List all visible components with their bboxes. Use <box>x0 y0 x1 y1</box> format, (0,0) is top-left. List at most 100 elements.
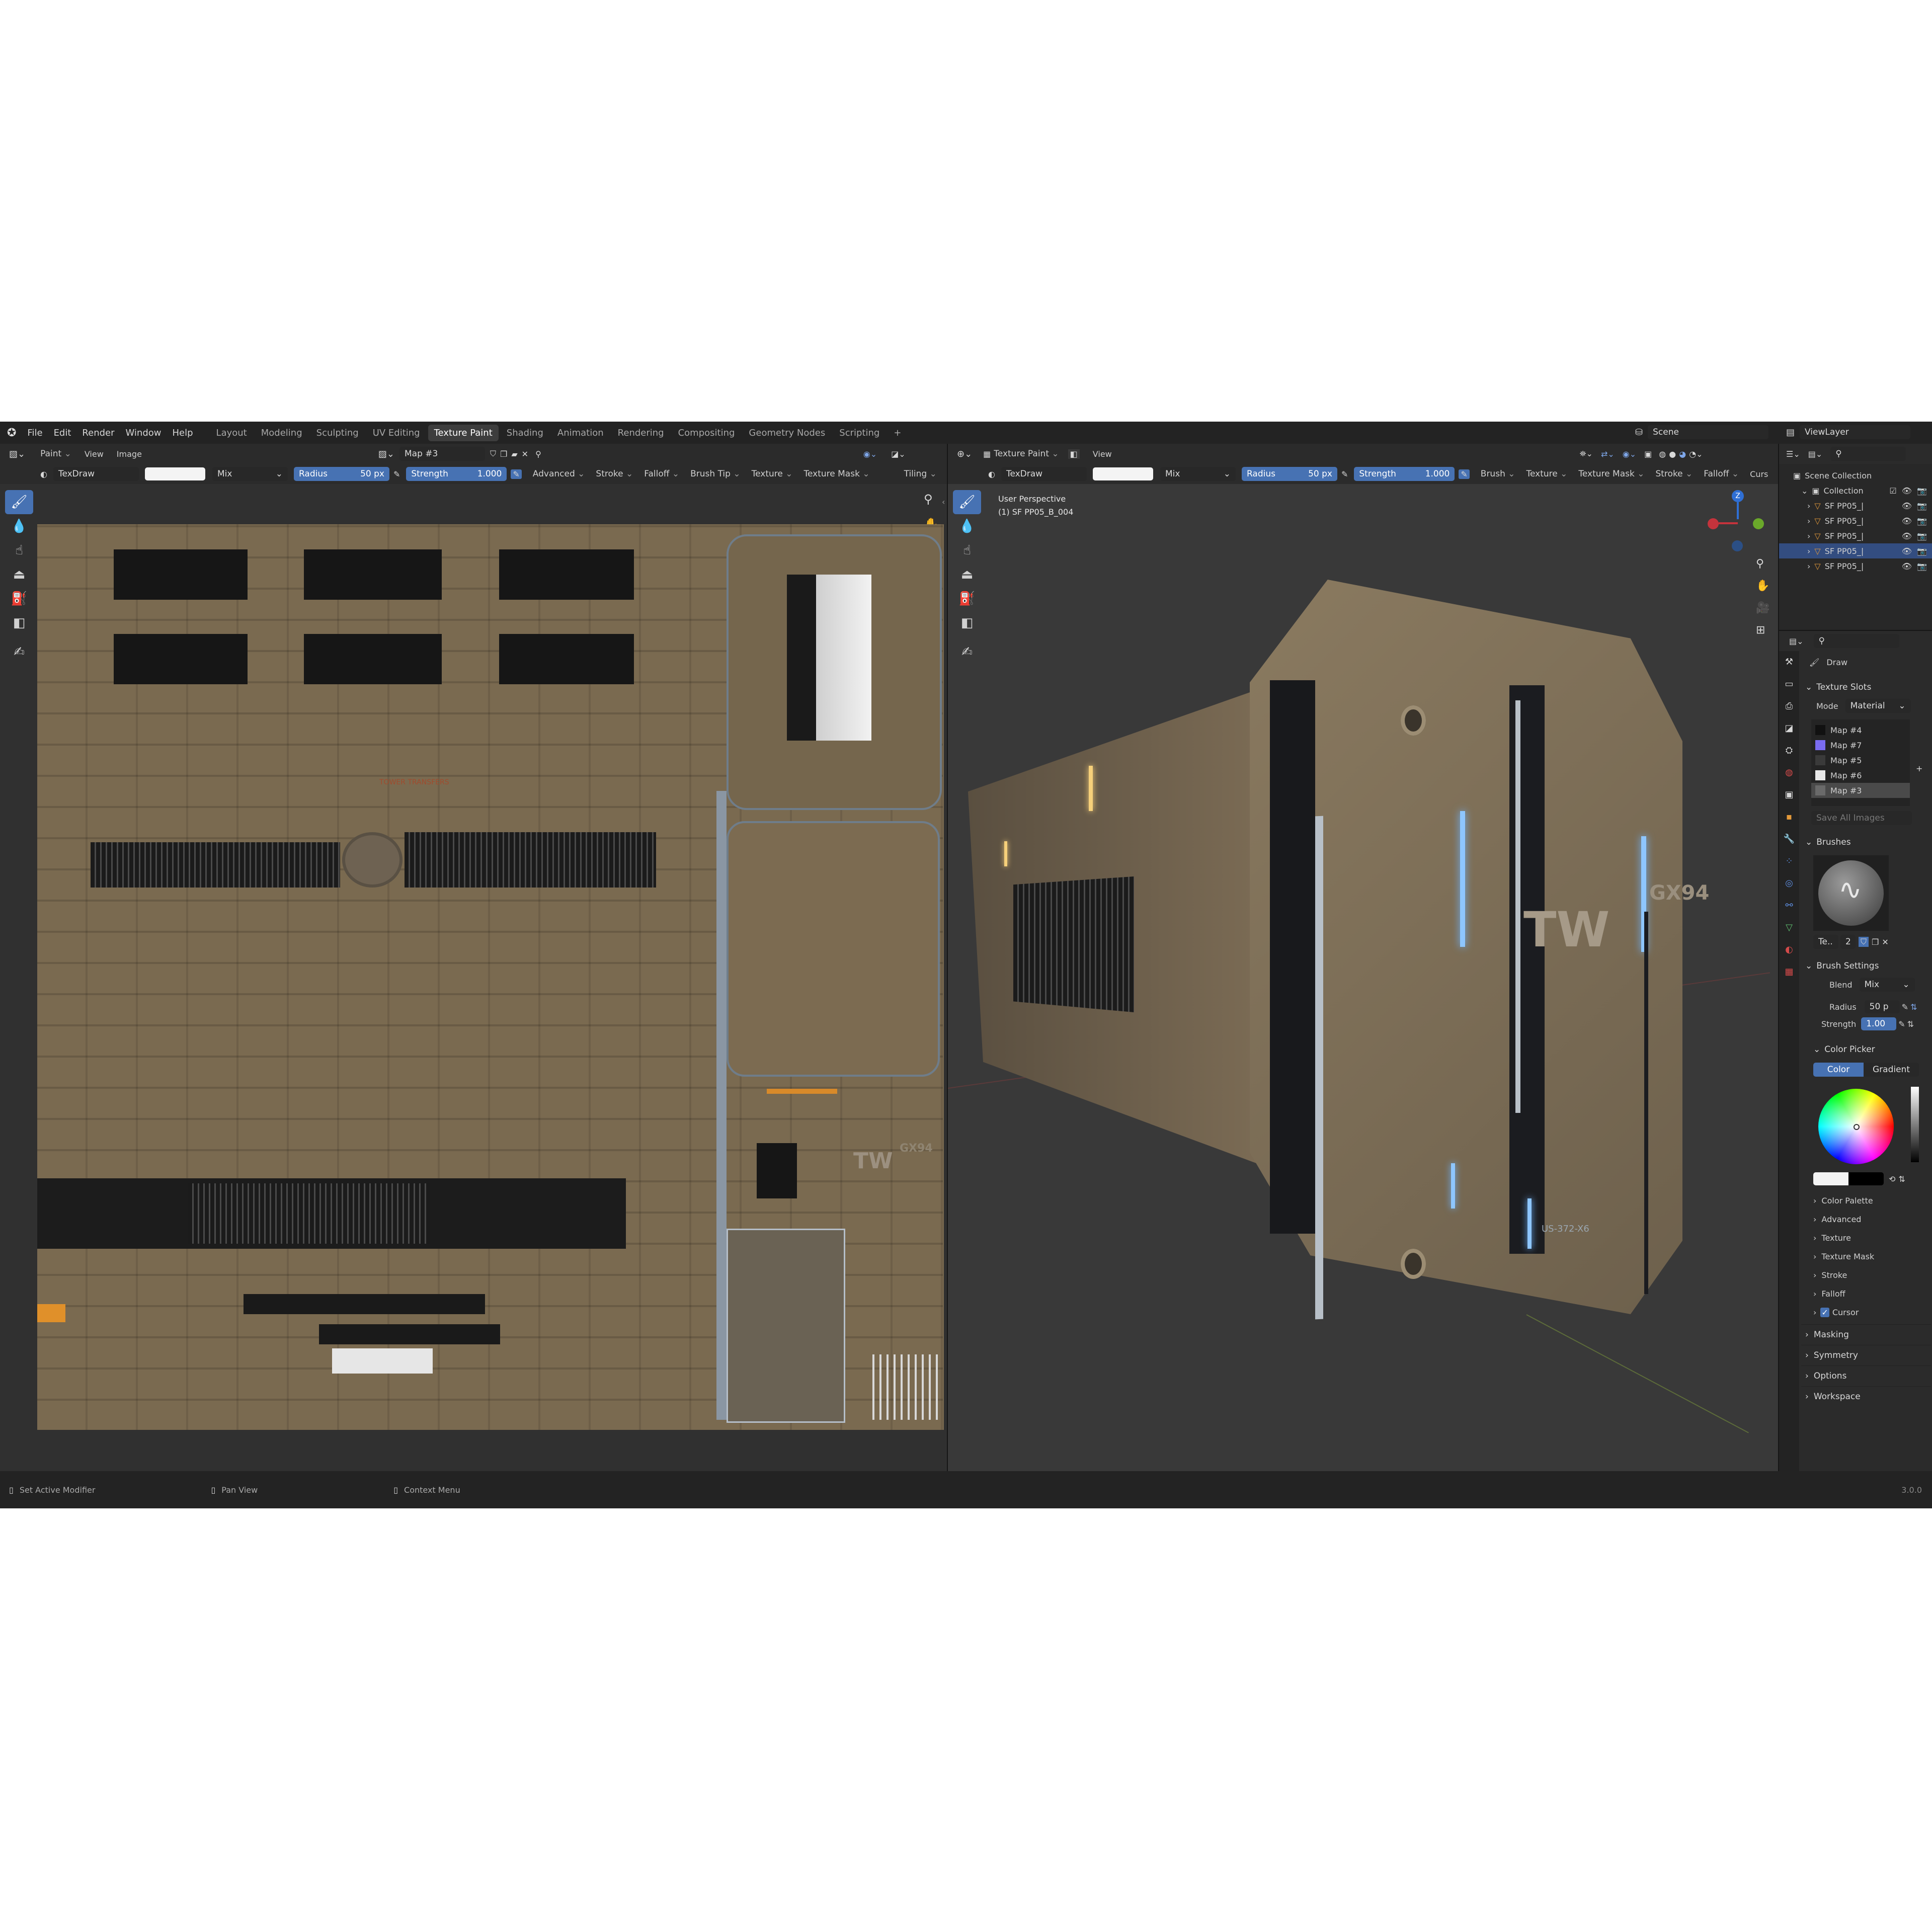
tab-shading[interactable]: Shading <box>501 425 549 441</box>
viewport-cursor-dropdown[interactable]: Curs <box>1750 469 1768 479</box>
camera-icon[interactable]: 📷 <box>1917 546 1927 556</box>
properties-editor-icon[interactable]: ▤⌄ <box>1789 636 1804 646</box>
viewport-fill-tool-icon[interactable]: ⛽ <box>953 587 981 611</box>
settings-strength-field[interactable]: 1.00 <box>1861 1017 1897 1030</box>
value-slider[interactable] <box>1911 1087 1919 1162</box>
blender-logo-icon[interactable]: ✪ <box>7 427 16 439</box>
shading-material-icon[interactable]: ◕ <box>1679 449 1686 459</box>
viewport-visibility-icon[interactable]: ⛯⌄ <box>1580 449 1593 459</box>
shading-solid-icon[interactable]: ● <box>1669 449 1676 459</box>
unlink-icon[interactable]: ✕ <box>522 449 528 459</box>
menu-view[interactable]: View <box>85 449 104 459</box>
texture-slot-item[interactable]: Map #6 <box>1811 768 1910 783</box>
display-channels-icon[interactable]: ◪⌄ <box>891 449 906 459</box>
tab-rendering[interactable]: Rendering <box>612 425 670 441</box>
overlay-icon[interactable]: ◉⌄ <box>863 449 877 459</box>
panel-masking[interactable]: › Masking <box>1801 1324 1931 1345</box>
cursor-checkbox[interactable]: ✓ <box>1820 1307 1829 1317</box>
outliner-search-input[interactable]: ⚲ <box>1830 447 1906 461</box>
outliner-item[interactable]: › ▽ SF PP05_| 👁 📷 <box>1779 528 1932 543</box>
camera-icon[interactable]: 📷 <box>1917 531 1927 541</box>
properties-search-input[interactable]: ⚲ <box>1813 634 1899 648</box>
panel-brushes[interactable]: ⌄ Brushes <box>1801 832 1931 852</box>
eye-icon[interactable]: 👁 <box>1902 546 1912 556</box>
shading-rendered-icon[interactable]: ◔⌄ <box>1689 449 1703 459</box>
panel-brush-settings[interactable]: ⌄ Brush Settings <box>1801 956 1931 976</box>
eye-icon[interactable]: 👁 <box>1902 561 1912 571</box>
physics-tab-icon[interactable]: ◎ <box>1779 872 1799 895</box>
object-tab-icon[interactable]: ▪ <box>1779 806 1799 828</box>
menu-file[interactable]: File <box>27 428 42 438</box>
stroke-dropdown[interactable]: Stroke <box>596 469 633 479</box>
outliner-collection[interactable]: ⌄ ▣ Collection ☑ 👁 📷 <box>1779 483 1932 498</box>
radius-pressure-icon[interactable]: ✎ <box>1902 1002 1908 1012</box>
menu-window[interactable]: Window <box>126 428 162 438</box>
particles-tab-icon[interactable]: ⁘ <box>1779 850 1799 872</box>
viewlayer-selector[interactable]: ▤ ViewLayer <box>1786 425 1911 439</box>
ortho-toggle-icon[interactable]: ⊞ <box>1756 624 1765 636</box>
camera-icon[interactable]: 📷 <box>1917 486 1927 496</box>
viewport-soften-tool-icon[interactable]: 💧 <box>953 514 981 538</box>
viewport-mask-tool-icon[interactable]: ◧ <box>953 611 981 635</box>
render-tab-icon[interactable]: ▭ <box>1779 673 1799 695</box>
viewport-brush-name-field[interactable]: TexDraw <box>1001 467 1087 481</box>
gizmo-toggle-icon[interactable]: ⇄⌄ <box>1601 449 1615 459</box>
expand-arrow-icon[interactable]: › <box>1807 561 1810 571</box>
pin-icon[interactable]: ⚲ <box>535 449 541 459</box>
swap-colors-icon[interactable]: ⟲ <box>1889 1174 1895 1184</box>
fake-user-icon[interactable]: ⛉ <box>1859 937 1869 947</box>
tab-compositing[interactable]: Compositing <box>672 425 741 441</box>
eye-icon[interactable]: 👁 <box>1902 531 1912 541</box>
brush-tip-dropdown[interactable]: Brush Tip <box>690 469 741 479</box>
texture-mode-dropdown[interactable]: Material ⌄ <box>1845 699 1911 713</box>
zoom-icon[interactable]: ⚲ <box>924 492 933 506</box>
texture-slot-item[interactable]: Map #3 <box>1811 783 1910 798</box>
annotate-tool-icon[interactable]: ✍ <box>5 640 33 664</box>
subpanel-falloff[interactable]: › Falloff <box>1801 1284 1931 1303</box>
outliner-display-icon[interactable]: ▤⌄ <box>1808 449 1823 459</box>
strength-pressure-icon[interactable]: ✎ <box>511 469 522 479</box>
camera-icon[interactable]: 📷 <box>1917 501 1927 511</box>
tab-uv-editing[interactable]: UV Editing <box>367 425 426 441</box>
panel-options[interactable]: › Options <box>1801 1365 1931 1386</box>
subpanel-advanced[interactable]: › Advanced <box>1801 1210 1931 1229</box>
output-tab-icon[interactable]: ⎙ <box>1779 695 1799 717</box>
scene-selector[interactable]: ⛁ Scene <box>1635 425 1769 439</box>
image-editor-canvas[interactable]: 🖌 💧 ☝ ⏏ ⛽ ◧ ✍ ⚲ ✋ ‹ TOWER TRANSFERS <box>0 484 947 1471</box>
brush-preview[interactable]: ∿ <box>1813 855 1889 931</box>
new-image-icon[interactable]: ❐ <box>500 449 507 459</box>
eye-icon[interactable]: 👁 <box>1902 486 1912 496</box>
viewport-brush-color-swatch[interactable] <box>1092 467 1153 480</box>
tab-layout[interactable]: Layout <box>210 425 253 441</box>
expand-arrow-icon[interactable]: › <box>1807 501 1810 511</box>
tab-animation[interactable]: Animation <box>551 425 610 441</box>
viewport-mode-dropdown[interactable]: Texture Paint <box>994 449 1059 459</box>
viewport-smear-tool-icon[interactable]: ☝ <box>953 538 981 562</box>
data-tab-icon[interactable]: ▽ <box>1779 917 1799 939</box>
panel-cursor[interactable]: › ✓ Cursor <box>1801 1303 1931 1321</box>
radius-pressure-icon[interactable]: ✎ <box>393 469 400 479</box>
mask-mode-icon[interactable]: ◧ <box>1068 449 1080 459</box>
brush-name-field[interactable]: Te.. <box>1813 935 1838 949</box>
viewport-pan-icon[interactable]: ✋ <box>1756 580 1769 592</box>
tab-scripting[interactable]: Scripting <box>833 425 886 441</box>
viewport-texture-dropdown[interactable]: Texture <box>1526 469 1568 479</box>
xray-icon[interactable]: ▣ <box>1644 449 1652 459</box>
falloff-dropdown[interactable]: Falloff <box>644 469 679 479</box>
viewport-texture-mask-dropdown[interactable]: Texture Mask <box>1578 469 1644 479</box>
gradient-tab[interactable]: Gradient <box>1864 1063 1919 1077</box>
shading-wire-icon[interactable]: ◍ <box>1659 449 1666 459</box>
radius-unit-icon[interactable]: ⇅ <box>1910 1002 1917 1012</box>
brush-name-field[interactable]: TexDraw <box>53 467 139 481</box>
viewport-annotate-tool-icon[interactable]: ✍ <box>953 640 981 664</box>
outliner-item[interactable]: › ▽ SF PP05_| 👁 📷 <box>1779 498 1932 513</box>
image-name-field[interactable]: Map #3 <box>399 447 485 461</box>
panel-workspace[interactable]: › Workspace <box>1801 1386 1931 1407</box>
viewport-radius-slider[interactable]: Radius 50 px <box>1241 467 1337 481</box>
tab-geometry-nodes[interactable]: Geometry Nodes <box>743 425 831 441</box>
panel-symmetry[interactable]: › Symmetry <box>1801 1345 1931 1365</box>
mode-dropdown[interactable]: Paint <box>40 449 71 459</box>
camera-view-icon[interactable]: 🎥 <box>1756 602 1769 614</box>
strength-pressure-icon[interactable]: ✎ <box>1898 1019 1905 1029</box>
panel-color-picker[interactable]: ⌄ Color Picker <box>1801 1039 1931 1060</box>
